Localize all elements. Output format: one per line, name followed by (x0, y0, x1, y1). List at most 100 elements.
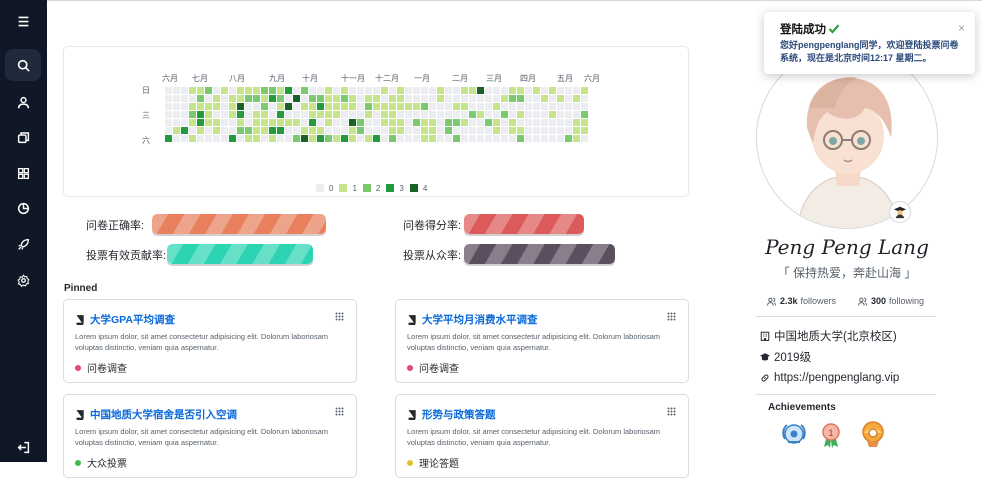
heatmap-cell (445, 103, 452, 110)
user-nav-button[interactable] (5, 86, 41, 118)
logout-button[interactable] (5, 431, 41, 463)
rate-bar-conformity (464, 244, 615, 264)
heatmap-cell (373, 95, 380, 102)
achievement-badge-medal-icon[interactable]: 1 (816, 419, 846, 449)
menu-button[interactable] (5, 5, 41, 37)
heatmap-cell (565, 127, 572, 134)
heatmap-cell (477, 119, 484, 126)
heatmap-cell (461, 95, 468, 102)
following-link[interactable]: 300 following (858, 296, 924, 306)
heatmap-cell (189, 119, 196, 126)
heatmap-cell (493, 95, 500, 102)
drag-handle-icon[interactable] (335, 407, 344, 416)
heatmap-cell (453, 119, 460, 126)
heatmap-cell (429, 95, 436, 102)
heatmap-cell (437, 127, 444, 134)
heatmap-cell (397, 135, 404, 142)
close-icon[interactable]: × (958, 21, 965, 35)
pinned-card-aircon[interactable]: 中国地质大学宿舍是否引入空调 Lorem ipsum dolor, sit am… (63, 394, 357, 478)
heatmap-cell (509, 127, 516, 134)
heatmap-cell (285, 95, 292, 102)
heatmap-cell (381, 119, 388, 126)
heatmap-cell (413, 127, 420, 134)
heatmap-cell (229, 111, 236, 118)
heatmap-cell (485, 119, 492, 126)
heatmap-cell (165, 87, 172, 94)
followers-link[interactable]: 2.3k followers (767, 296, 836, 306)
heatmap-cell (253, 95, 260, 102)
achievement-badge-laurel-icon[interactable] (779, 419, 809, 449)
copy-nav-button[interactable] (5, 121, 41, 153)
heatmap-cell (213, 95, 220, 102)
heatmap-cell (213, 119, 220, 126)
heatmap-cell (517, 127, 524, 134)
heatmap-cell (333, 119, 340, 126)
drag-handle-icon[interactable] (667, 407, 676, 416)
heatmap-cell (349, 127, 356, 134)
heatmap-cell (533, 103, 540, 110)
heatmap-cell (253, 119, 260, 126)
heatmap-cell (373, 87, 380, 94)
heatmap-cell (581, 95, 588, 102)
heatmap-cell (421, 95, 428, 102)
heatmap-cell (373, 135, 380, 142)
heatmap-cell (517, 103, 524, 110)
website-link[interactable]: https://pengpenglang.vip (774, 372, 899, 384)
status-badge[interactable] (889, 201, 911, 223)
heatmap-cell (365, 111, 372, 118)
settings-nav-button[interactable] (5, 264, 41, 296)
heatmap-cell (573, 127, 580, 134)
heatmap-cell (397, 111, 404, 118)
drag-handle-icon[interactable] (335, 312, 344, 321)
heatmap-month-label: 四月 (520, 74, 536, 83)
pinned-card-policy[interactable]: 形势与政策答题 Lorem ipsum dolor, sit amet cons… (395, 394, 689, 478)
heatmap-cell (293, 87, 300, 94)
toast-title: 登陆成功 (780, 24, 826, 36)
profile-quote: 「 保持热爱，奔赴山海 」 (777, 266, 917, 280)
heatmap-cell (293, 135, 300, 142)
search-nav-button[interactable] (5, 49, 41, 81)
heatmap-cell (181, 127, 188, 134)
chart-nav-button[interactable] (5, 192, 41, 224)
heatmap-cell (221, 127, 228, 134)
heatmap-cell (461, 119, 468, 126)
heatmap-cell (421, 127, 428, 134)
following-label: following (889, 296, 925, 306)
link-icon (761, 374, 769, 382)
pinned-card-title[interactable]: 大学平均月消费水平调查 (422, 312, 538, 327)
achievement-badge-star-icon[interactable] (858, 419, 888, 449)
heatmap-cell (365, 135, 372, 142)
website-row[interactable]: https://pengpenglang.vip (760, 372, 899, 384)
heatmap-cell (445, 87, 452, 94)
book-icon (76, 409, 84, 420)
avatar[interactable] (756, 47, 938, 229)
heatmap-cell (245, 135, 252, 142)
tag-dot (407, 459, 413, 466)
heatmap-cell (181, 103, 188, 110)
pinned-card-title[interactable]: 中国地质大学宿舍是否引入空调 (90, 407, 237, 422)
heatmap-cell (549, 87, 556, 94)
heatmap-cell (389, 103, 396, 110)
heatmap-cell (309, 95, 316, 102)
heatmap-cell (541, 127, 548, 134)
drag-handle-icon[interactable] (667, 312, 676, 321)
heatmap-cell (429, 135, 436, 142)
pinned-card-consumption[interactable]: 大学平均月消费水平调查 Lorem ipsum dolor, sit amet … (395, 299, 689, 383)
heatmap-cell (421, 119, 428, 126)
pinned-card-title[interactable]: 形势与政策答题 (422, 407, 496, 422)
heatmap-cell (357, 127, 364, 134)
heatmap-cell (517, 119, 524, 126)
heatmap-cell (381, 95, 388, 102)
rocket-nav-button[interactable] (5, 228, 41, 260)
pinned-card-gpa[interactable]: 大学GPA平均调查 Lorem ipsum dolor, sit amet co… (63, 299, 357, 383)
pinned-card-title[interactable]: 大学GPA平均调查 (90, 312, 175, 327)
heatmap-cell (301, 103, 308, 110)
rate-label-correct: 问卷正确率: (86, 220, 145, 232)
heatmap-cell (333, 87, 340, 94)
heatmap-cell (525, 127, 532, 134)
legend-label-0: 0 (329, 183, 334, 193)
heatmap-cell (221, 103, 228, 110)
heatmap-cell (461, 87, 468, 94)
grid-nav-button[interactable] (5, 157, 41, 189)
heatmap-cell (437, 111, 444, 118)
